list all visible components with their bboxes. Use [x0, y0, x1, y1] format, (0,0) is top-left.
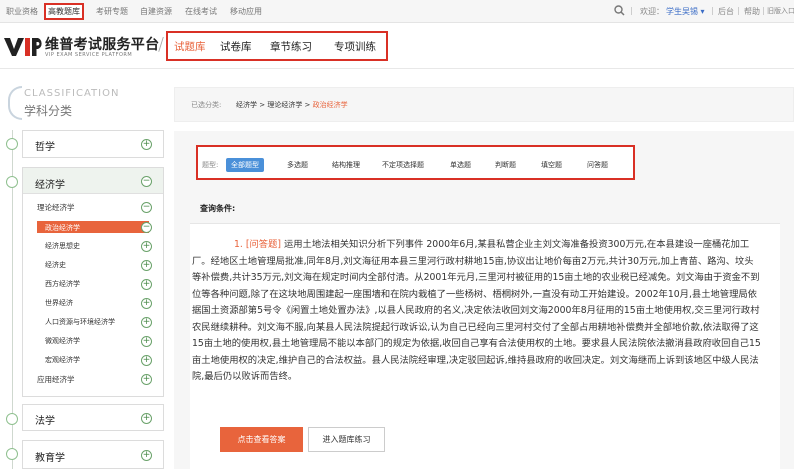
expand-icon[interactable]: +	[141, 241, 152, 252]
expand-icon[interactable]: +	[141, 355, 152, 366]
search-icon[interactable]	[614, 5, 625, 19]
brand-subtitle: VIP EXAM SERVICE PLATFORM	[45, 52, 133, 58]
category-label: 法学	[35, 416, 55, 427]
timeline-dot	[6, 138, 18, 150]
category-education[interactable]: 教育学 +	[22, 440, 164, 469]
category-label: 经济学	[35, 180, 65, 191]
collapse-icon[interactable]: −	[141, 202, 152, 213]
toplink-higher-ed[interactable]: 高教题库	[44, 3, 84, 20]
timeline-dot	[6, 448, 18, 460]
top-bar: 职业资格 高教题库 考研专题 自建资源 在线考试 移动应用 | 欢迎： 学生吴锡…	[0, 0, 794, 23]
enter-practice-button[interactable]: 进入题库练习	[308, 427, 385, 452]
category-philosophy[interactable]: 哲学 +	[22, 130, 164, 158]
toplink-mobile[interactable]: 移动应用	[230, 6, 262, 17]
separator: |	[762, 6, 765, 15]
tab-special-training[interactable]: 专项训练	[334, 39, 376, 54]
question-number: 1. [问答题]	[234, 239, 281, 250]
filter-structural-reasoning[interactable]: 结构推理	[327, 158, 365, 172]
collapse-icon[interactable]: −	[141, 222, 152, 233]
category-header: CLASSIFICATION 学科分类	[8, 86, 168, 122]
sidebar-item-economic-history[interactable]: 经济史	[45, 260, 66, 270]
expand-icon[interactable]: +	[141, 450, 152, 461]
breadcrumb-current: 政治经济学	[312, 101, 348, 109]
vip-logo[interactable]	[4, 36, 44, 60]
expand-icon[interactable]: +	[141, 279, 152, 290]
question-body: 运用土地法相关知识分析下列事件 2000年6月,某县私营企业主刘文海准备投资30…	[192, 239, 761, 382]
sidebar-item-theoretical-economics[interactable]: 理论经济学	[37, 202, 75, 213]
toplink-online-exam[interactable]: 在线考试	[185, 6, 217, 17]
timeline-dot	[6, 413, 18, 425]
category-economics-header[interactable]: 经济学 −	[23, 168, 163, 194]
old-version-link[interactable]: 旧版入口	[767, 6, 794, 16]
category-title-en: CLASSIFICATION	[24, 88, 120, 99]
sidebar-item-microeconomics[interactable]: 微观经济学	[45, 336, 80, 346]
toplink-postgrad[interactable]: 考研专题	[96, 6, 128, 17]
toplink-vocational[interactable]: 职业资格	[6, 6, 38, 17]
separator: |	[630, 6, 633, 15]
question-text: 1. [问答题] 运用土地法相关知识分析下列事件 2000年6月,某县私营企业主…	[192, 237, 762, 386]
sidebar-item-applied-economics[interactable]: 应用经济学	[37, 374, 75, 385]
expand-icon[interactable]: +	[141, 317, 152, 328]
filter-true-false[interactable]: 判断题	[490, 158, 521, 172]
divider: /	[158, 34, 165, 55]
filter-fill-blank[interactable]: 填空题	[536, 158, 567, 172]
expand-icon[interactable]: +	[141, 298, 152, 309]
user-menu[interactable]: 学生吴锡 ▾	[666, 6, 705, 17]
expand-icon[interactable]: +	[141, 139, 152, 150]
question-card: 1. [问答题] 运用土地法相关知识分析下列事件 2000年6月,某县私营企业主…	[190, 223, 780, 469]
breadcrumb: 已选分类: 经济学 > 理论经济学 > 政治经济学	[174, 87, 794, 122]
main-nav: 试题库 试卷库 章节练习 专项训练	[166, 31, 388, 61]
filter-multiple-choice[interactable]: 多选题	[282, 158, 313, 172]
main-content: 题型: 全部题型 多选题 结构推理 不定项选择题 单选题 判断题 填空题 问答题…	[174, 131, 794, 469]
category-label: 教育学	[35, 453, 65, 464]
expand-icon[interactable]: +	[141, 413, 152, 424]
view-answer-button[interactable]: 点击查看答案	[220, 427, 303, 452]
sidebar-item-population-economics[interactable]: 人口资源与环境经济学	[45, 317, 115, 327]
separator: |	[737, 6, 740, 15]
brand-title: 维普考试服务平台	[45, 37, 160, 53]
sidebar-item-political-economy[interactable]: 政治经济学	[37, 221, 149, 233]
timeline-dot	[6, 176, 18, 188]
query-conditions-label: 查询条件:	[200, 204, 236, 213]
filter-label: 题型:	[202, 161, 219, 169]
expand-icon[interactable]: +	[141, 260, 152, 271]
sidebar-item-western-economics[interactable]: 西方经济学	[45, 279, 80, 289]
breadcrumb-path[interactable]: 经济学 > 理论经济学 > 政治经济学	[236, 100, 348, 110]
bracket-decoration	[8, 86, 22, 120]
question-type-filter: 题型: 全部题型 多选题 结构推理 不定项选择题 单选题 判断题 填空题 问答题	[196, 145, 635, 180]
category-label: 哲学	[35, 142, 55, 153]
expand-icon[interactable]: +	[141, 374, 152, 385]
filter-indefinite-choice[interactable]: 不定项选择题	[377, 158, 429, 172]
category-economics[interactable]: 经济学 − 理论经济学 − 政治经济学 − 经济思想史 + 经济史 + 西方经济…	[22, 167, 164, 397]
header: 维普考试服务平台 VIP EXAM SERVICE PLATFORM / 试题库…	[0, 23, 794, 69]
category-law[interactable]: 法学 +	[22, 404, 164, 431]
sidebar-item-economic-thought[interactable]: 经济思想史	[45, 241, 80, 251]
tab-chapter-practice[interactable]: 章节练习	[270, 39, 312, 54]
category-title: 学科分类	[24, 104, 73, 118]
help-link[interactable]: 帮助	[744, 6, 760, 17]
separator: |	[711, 6, 714, 15]
filter-all-types[interactable]: 全部题型	[226, 158, 264, 172]
welcome-text: 欢迎：	[640, 7, 664, 16]
filter-single-choice[interactable]: 单选题	[445, 158, 476, 172]
tab-question-bank[interactable]: 试题库	[174, 39, 206, 54]
breadcrumb-prefix: 已选分类:	[191, 101, 222, 109]
sidebar-item-world-economy[interactable]: 世界经济	[45, 298, 73, 308]
toplink-self-built[interactable]: 自建资源	[140, 6, 172, 17]
backstage-link[interactable]: 后台	[718, 6, 734, 17]
sidebar-item-macroeconomics[interactable]: 宏观经济学	[45, 355, 80, 365]
collapse-icon[interactable]: −	[141, 176, 152, 187]
expand-icon[interactable]: +	[141, 336, 152, 347]
filter-essay[interactable]: 问答题	[582, 158, 613, 172]
breadcrumb-parents[interactable]: 经济学 > 理论经济学 >	[236, 101, 313, 109]
tab-paper-bank[interactable]: 试卷库	[220, 39, 252, 54]
